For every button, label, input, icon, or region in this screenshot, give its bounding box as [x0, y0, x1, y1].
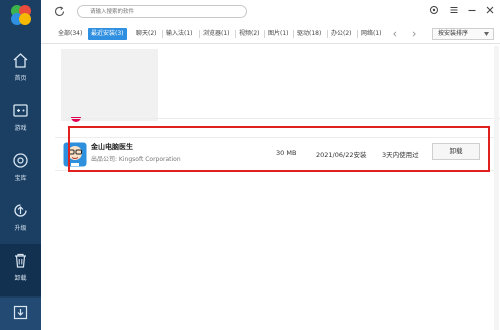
tab-divider — [264, 30, 265, 38]
sidebar-item-home[interactable]: 首页 — [0, 44, 41, 94]
last-used: 3天内使用过 — [382, 151, 419, 159]
uninstall-button[interactable]: 卸载 — [432, 143, 480, 160]
app-list: 金山电脑医生 出品公司: Kingsoft Corporation 30 MB … — [41, 44, 500, 330]
list-item[interactable]: 金山电脑医生 出品公司: Kingsoft Corporation 30 MB … — [55, 137, 494, 171]
tab-recently-installed[interactable]: 最近安装(3) — [88, 28, 127, 40]
sort-label: 按安装排序 — [438, 30, 469, 37]
refresh-icon[interactable] — [54, 6, 65, 17]
sidebar-item-upgrade[interactable]: 升级 — [0, 194, 41, 244]
download-icon — [13, 305, 28, 320]
title-bar — [41, 0, 500, 24]
app-icon — [63, 142, 87, 167]
tab-browser[interactable]: 浏览器(1) — [203, 28, 230, 40]
settings-icon[interactable] — [429, 5, 439, 15]
tab-divider — [327, 30, 328, 38]
sidebar-item-label: 宝库 — [14, 175, 27, 182]
close-icon[interactable] — [485, 5, 495, 15]
tab-image[interactable]: 图片(1) — [268, 28, 289, 40]
tab-divider — [199, 30, 200, 38]
tab-all[interactable]: 全部(34) — [58, 28, 82, 40]
sidebar-item-label: 游戏 — [14, 125, 27, 132]
tab-divider — [293, 30, 294, 38]
tab-input-method[interactable]: 输入法(1) — [166, 28, 193, 40]
menu-icon[interactable] — [449, 5, 459, 15]
chevron-right-icon[interactable] — [411, 31, 417, 37]
tab-divider — [162, 30, 163, 38]
search-input[interactable] — [90, 6, 240, 17]
sidebar-item-uninstall[interactable]: 卸载 — [0, 244, 41, 296]
sidebar-item-treasure[interactable]: 宝库 — [0, 144, 41, 194]
sidebar-item-label: 升级 — [14, 225, 27, 232]
app-logo-icon — [11, 5, 31, 25]
gamepad-icon — [13, 104, 28, 117]
minimize-icon[interactable] — [467, 5, 477, 15]
download-manager-button[interactable] — [0, 298, 41, 330]
placeholder-block — [61, 49, 158, 121]
tab-driver[interactable]: 驱动(18) — [297, 28, 321, 40]
app-size: 30 MB — [276, 149, 297, 157]
caret-down-icon — [484, 32, 489, 36]
sidebar-item-label: 卸载 — [14, 275, 27, 282]
divider — [66, 118, 500, 119]
sort-dropdown[interactable]: 按安装排序 — [432, 28, 494, 40]
trash-icon — [15, 253, 26, 268]
sidebar-item-games[interactable]: 游戏 — [0, 94, 41, 144]
home-icon — [13, 53, 28, 68]
tab-divider — [357, 30, 358, 38]
chevron-left-icon[interactable] — [392, 31, 398, 37]
upgrade-icon — [14, 204, 27, 217]
install-date: 2021/06/22安装 — [316, 151, 367, 159]
tab-divider — [235, 30, 236, 38]
tab-office[interactable]: 办公(2) — [331, 28, 352, 40]
search-box[interactable] — [77, 5, 247, 18]
sidebar-item-label: 首页 — [14, 75, 27, 82]
treasure-icon — [13, 153, 28, 168]
sidebar: 首页 游戏 宝库 升级 卸载 — [0, 0, 41, 330]
tab-chat[interactable]: 聊天(2) — [136, 28, 157, 40]
category-tabs: 全部(34) 最近安装(3) 聊天(2) 输入法(1) 浏览器(1) 视频(2)… — [41, 24, 500, 44]
scrollbar[interactable] — [494, 46, 499, 330]
app-publisher: 出品公司: Kingsoft Corporation — [91, 156, 181, 163]
tab-video[interactable]: 视频(2) — [239, 28, 260, 40]
tab-network[interactable]: 网络(1) — [361, 28, 382, 40]
app-name: 金山电脑医生 — [91, 143, 133, 151]
